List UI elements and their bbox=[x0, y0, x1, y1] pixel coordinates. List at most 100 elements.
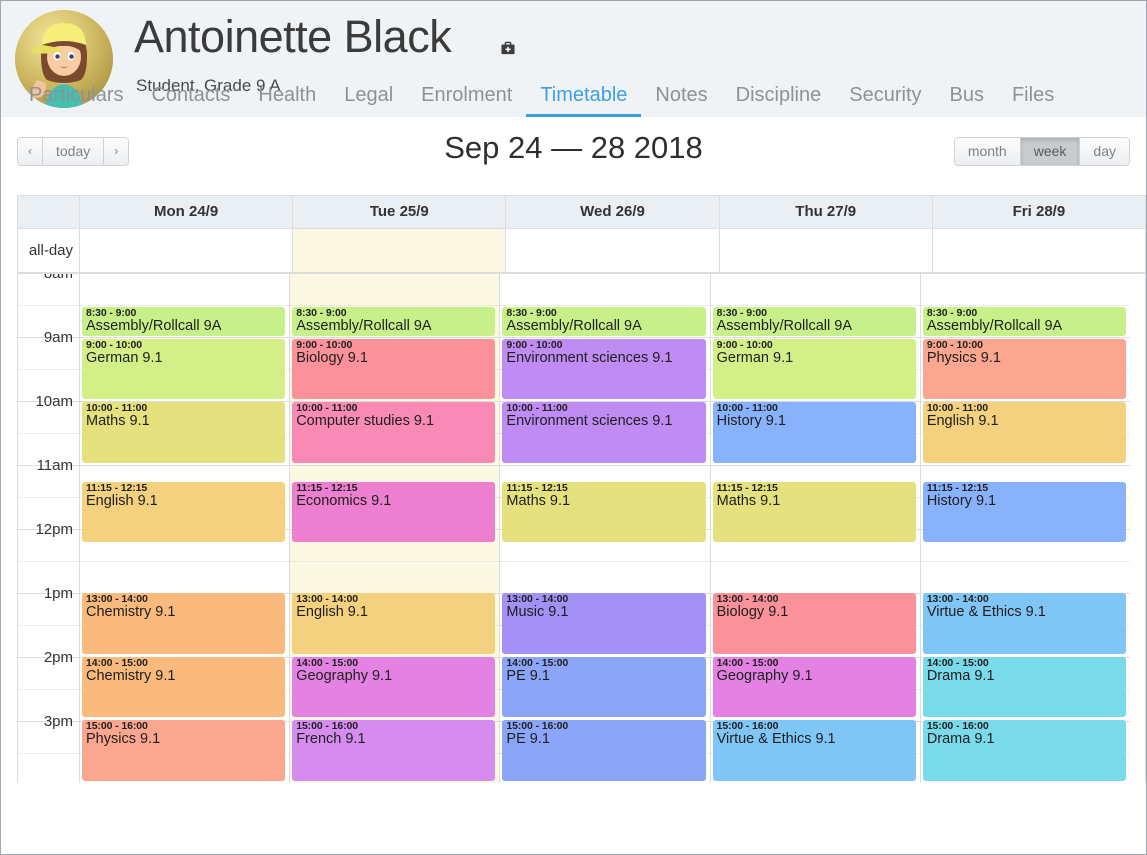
slot-cell[interactable] bbox=[920, 562, 1131, 594]
event-title: German 9.1 bbox=[716, 349, 794, 366]
profile-tabbar: Particulars Contacts Health Legal Enrolment T… bbox=[1, 79, 1146, 117]
calendar-event[interactable]: 14:00 - 15:00 Geography 9.1 bbox=[712, 656, 916, 718]
tab-notes[interactable]: Notes bbox=[641, 85, 721, 117]
calendar-event[interactable]: 13:00 - 14:00 Music 9.1 bbox=[502, 593, 706, 654]
event-time: 9:00 - 10:00 bbox=[716, 338, 773, 351]
tab-particulars[interactable]: Particulars bbox=[15, 85, 137, 117]
day-column-3[interactable]: 8:30 - 9:00 Assembly/Rollcall 9A 9:00 - 10… bbox=[710, 274, 921, 783]
day-header-2[interactable]: Wed 26/9 bbox=[506, 196, 720, 228]
calendar-event[interactable]: 13:00 - 14:00 Chemistry 9.1 bbox=[82, 593, 286, 654]
all-day-row: all-day bbox=[18, 229, 1146, 274]
event-title: Geography 9.1 bbox=[296, 667, 393, 684]
all-day-cell-4[interactable] bbox=[932, 229, 1146, 272]
calendar-event[interactable]: 13:00 - 14:00 Biology 9.1 bbox=[712, 593, 916, 654]
tab-discipline[interactable]: Discipline bbox=[722, 85, 836, 117]
slot-cell[interactable] bbox=[710, 274, 920, 306]
tab-legal[interactable]: Legal bbox=[330, 85, 407, 117]
day-column-2[interactable]: 8:30 - 9:00 Assembly/Rollcall 9A 9:00 - 10… bbox=[500, 274, 711, 783]
day-column-0[interactable]: 8:30 - 9:00 Assembly/Rollcall 9A 9:00 - 10… bbox=[80, 274, 291, 783]
view-day-button[interactable]: day bbox=[1079, 137, 1130, 166]
slot-cell[interactable] bbox=[920, 274, 1131, 306]
slot-cell[interactable] bbox=[290, 274, 500, 306]
calendar-event[interactable]: 8:30 - 9:00 Assembly/Rollcall 9A bbox=[922, 306, 1127, 336]
tab-enrolment[interactable]: Enrolment bbox=[407, 85, 526, 117]
calendar-event[interactable]: 11:15 - 12:15 Maths 9.1 bbox=[502, 481, 706, 543]
calendar-event[interactable]: 11:15 - 12:15 Maths 9.1 bbox=[712, 481, 916, 543]
calendar-event[interactable]: 11:15 - 12:15 Economics 9.1 bbox=[292, 481, 496, 543]
tab-contacts[interactable]: Contacts bbox=[137, 85, 244, 117]
day-header-0[interactable]: Mon 24/9 bbox=[80, 196, 294, 228]
day-header-3[interactable]: Thu 27/9 bbox=[720, 196, 933, 228]
calendar-event[interactable]: 8:30 - 9:00 Assembly/Rollcall 9A bbox=[292, 306, 496, 336]
tab-bus[interactable]: Bus bbox=[936, 85, 998, 117]
event-time: 11:15 - 12:15 bbox=[296, 481, 358, 494]
event-title: Assembly/Rollcall 9A bbox=[716, 317, 852, 334]
slot-cell[interactable] bbox=[80, 274, 290, 306]
event-title: Assembly/Rollcall 9A bbox=[296, 317, 432, 334]
calendar-event[interactable]: 14:00 - 15:00 Chemistry 9.1 bbox=[82, 656, 286, 718]
calendar-event[interactable]: 13:00 - 14:00 English 9.1 bbox=[292, 593, 496, 654]
view-week-button[interactable]: week bbox=[1019, 137, 1081, 166]
calendar-event[interactable]: 15:00 - 16:00 Physics 9.1 bbox=[82, 720, 286, 781]
calendar-event[interactable]: 15:00 - 16:00 Drama 9.1 bbox=[922, 720, 1127, 781]
time-slot-10-00: 10am bbox=[18, 393, 79, 434]
calendar-event[interactable]: 11:15 - 12:15 History 9.1 bbox=[922, 481, 1127, 543]
calendar-event[interactable]: 14:00 - 15:00 Geography 9.1 bbox=[292, 656, 496, 718]
all-day-cell-2[interactable] bbox=[506, 229, 720, 272]
tab-security[interactable]: Security bbox=[835, 85, 935, 117]
tab-timetable[interactable]: Timetable bbox=[526, 85, 642, 117]
view-month-button[interactable]: month bbox=[953, 137, 1021, 166]
all-day-cell-3[interactable] bbox=[719, 229, 933, 272]
event-time: 14:00 - 15:00 bbox=[86, 656, 148, 669]
scrollbar-gutter[interactable] bbox=[1130, 274, 1145, 783]
timetable-calendar: ‹ today › Sep 24 — 28 2018 month week day … bbox=[1, 118, 1146, 854]
event-title: Maths 9.1 bbox=[506, 492, 571, 509]
calendar-event[interactable]: 9:00 - 10:00 Biology 9.1 bbox=[292, 338, 496, 400]
calendar-event[interactable]: 10:00 - 11:00 Environment sciences 9.1 bbox=[502, 402, 706, 463]
calendar-event[interactable]: 9:00 - 10:00 German 9.1 bbox=[712, 338, 916, 400]
time-label-9: 9am bbox=[43, 329, 73, 346]
event-title: PE 9.1 bbox=[506, 731, 550, 748]
calendar-event[interactable]: 8:30 - 9:00 Assembly/Rollcall 9A bbox=[82, 306, 286, 336]
slot-cell[interactable] bbox=[500, 562, 710, 594]
event-title: PE 9.1 bbox=[506, 667, 550, 684]
calendar-event[interactable]: 14:00 - 15:00 PE 9.1 bbox=[502, 656, 706, 718]
day-column-4[interactable]: 8:30 - 9:00 Assembly/Rollcall 9A 9:00 - 10… bbox=[920, 274, 1131, 783]
tab-health[interactable]: Health bbox=[244, 85, 330, 117]
all-day-cell-0[interactable] bbox=[80, 229, 294, 272]
calendar-event[interactable]: 9:00 - 10:00 Environment sciences 9.1 bbox=[502, 338, 706, 400]
event-title: English 9.1 bbox=[296, 603, 368, 620]
day-header-4[interactable]: Fri 28/9 bbox=[933, 196, 1145, 228]
calendar-event[interactable]: 9:00 - 10:00 Physics 9.1 bbox=[922, 338, 1127, 400]
calendar-event[interactable]: 14:00 - 15:00 Drama 9.1 bbox=[922, 656, 1127, 718]
calendar-event[interactable]: 9:00 - 10:00 German 9.1 bbox=[82, 338, 286, 400]
slot-cell[interactable] bbox=[710, 562, 920, 594]
all-day-cell-1[interactable] bbox=[293, 229, 507, 272]
calendar-event[interactable]: 11:15 - 12:15 English 9.1 bbox=[82, 481, 286, 543]
calendar-event[interactable]: 15:00 - 16:00 French 9.1 bbox=[292, 720, 496, 781]
calendar-event[interactable]: 10:00 - 11:00 History 9.1 bbox=[712, 402, 916, 463]
tab-files[interactable]: Files bbox=[998, 85, 1068, 117]
time-slot-8-00: 8am bbox=[18, 274, 79, 306]
calendar-view-switcher: month week day bbox=[953, 137, 1130, 166]
calendar-event[interactable]: 10:00 - 11:00 Maths 9.1 bbox=[82, 402, 286, 463]
time-label-15: 3pm bbox=[43, 713, 73, 730]
calendar-event[interactable]: 10:00 - 11:00 English 9.1 bbox=[922, 402, 1127, 463]
medical-kit-icon bbox=[501, 41, 515, 55]
calendar-event[interactable]: 15:00 - 16:00 Virtue & Ethics 9.1 bbox=[712, 720, 916, 781]
slot-cell[interactable] bbox=[500, 274, 710, 306]
slot-cell[interactable] bbox=[290, 562, 500, 594]
day-header-1[interactable]: Tue 25/9 bbox=[293, 196, 507, 228]
calendar-event[interactable]: 15:00 - 16:00 PE 9.1 bbox=[502, 720, 706, 781]
day-column-1[interactable]: 8:30 - 9:00 Assembly/Rollcall 9A 9:00 - 10… bbox=[290, 274, 501, 783]
event-title: Music 9.1 bbox=[506, 603, 569, 620]
slot-cell[interactable] bbox=[80, 562, 290, 594]
event-title: Economics 9.1 bbox=[296, 492, 392, 509]
calendar-event[interactable]: 8:30 - 9:00 Assembly/Rollcall 9A bbox=[502, 306, 706, 336]
event-title: Biology 9.1 bbox=[716, 603, 789, 620]
calendar-event[interactable]: 13:00 - 14:00 Virtue & Ethics 9.1 bbox=[922, 593, 1127, 654]
calendar-event[interactable]: 8:30 - 9:00 Assembly/Rollcall 9A bbox=[712, 306, 916, 336]
calendar-day-header-row: Mon 24/9 Tue 25/9 Wed 26/9 Thu 27/9 Fri 28/9 bbox=[18, 196, 1145, 229]
event-time: 11:15 - 12:15 bbox=[926, 481, 988, 494]
calendar-event[interactable]: 10:00 - 11:00 Computer studies 9.1 bbox=[292, 402, 496, 463]
